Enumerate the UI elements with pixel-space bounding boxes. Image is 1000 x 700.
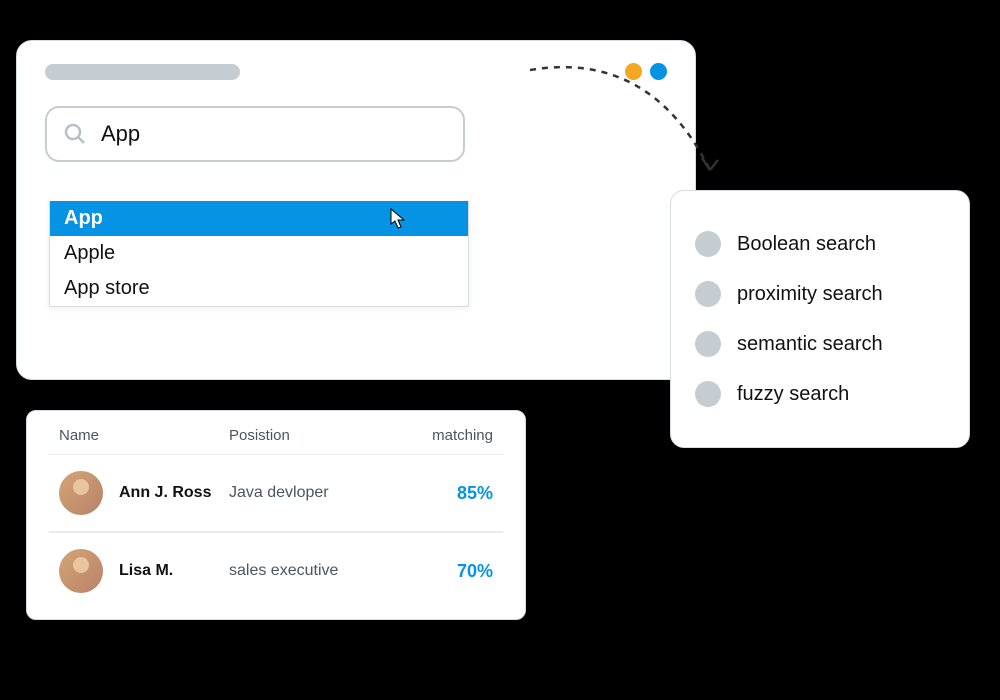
row-position: Java devloper: [229, 484, 399, 502]
row-name: Ann J. Ross: [119, 484, 229, 502]
avatar: [59, 549, 103, 593]
results-card: Name Posistion matching Ann J. Ross Java…: [26, 410, 526, 620]
suggestion-label: App: [64, 207, 103, 229]
suggestion-item[interactable]: App: [50, 201, 468, 236]
bullet-icon: [695, 281, 721, 307]
row-matching: 70%: [399, 561, 493, 582]
type-row[interactable]: semantic search: [695, 319, 945, 369]
suggestion-label: App store: [64, 277, 150, 299]
type-row[interactable]: fuzzy search: [695, 369, 945, 419]
row-matching: 85%: [399, 483, 493, 504]
type-row[interactable]: Boolean search: [695, 219, 945, 269]
search-types-card: Boolean search proximity search semantic…: [670, 190, 970, 448]
suggestion-label: Apple: [64, 242, 115, 264]
title-placeholder: [45, 64, 240, 80]
column-name: Name: [59, 427, 229, 444]
column-position: Posistion: [229, 427, 399, 444]
search-value: App: [101, 121, 140, 147]
bullet-icon: [695, 231, 721, 257]
arrow-connector-icon: [520, 60, 760, 210]
avatar: [59, 471, 103, 515]
type-label: semantic search: [737, 333, 883, 356]
results-header: Name Posistion matching: [49, 427, 503, 455]
bullet-icon: [695, 331, 721, 357]
suggestion-item[interactable]: App store: [50, 271, 468, 306]
table-row[interactable]: Lisa M. sales executive 70%: [49, 533, 503, 609]
table-row[interactable]: Ann J. Ross Java devloper 85%: [49, 455, 503, 533]
bullet-icon: [695, 381, 721, 407]
column-matching: matching: [399, 427, 493, 444]
type-row[interactable]: proximity search: [695, 269, 945, 319]
suggestion-item[interactable]: Apple: [50, 236, 468, 271]
search-input[interactable]: App: [45, 106, 465, 162]
row-position: sales executive: [229, 562, 399, 580]
row-name: Lisa M.: [119, 562, 229, 580]
type-label: Boolean search: [737, 233, 876, 256]
autocomplete-dropdown: App Apple App store: [49, 201, 469, 307]
search-icon: [63, 122, 87, 146]
type-label: proximity search: [737, 283, 883, 306]
cursor-icon: [390, 208, 408, 230]
type-label: fuzzy search: [737, 383, 849, 406]
